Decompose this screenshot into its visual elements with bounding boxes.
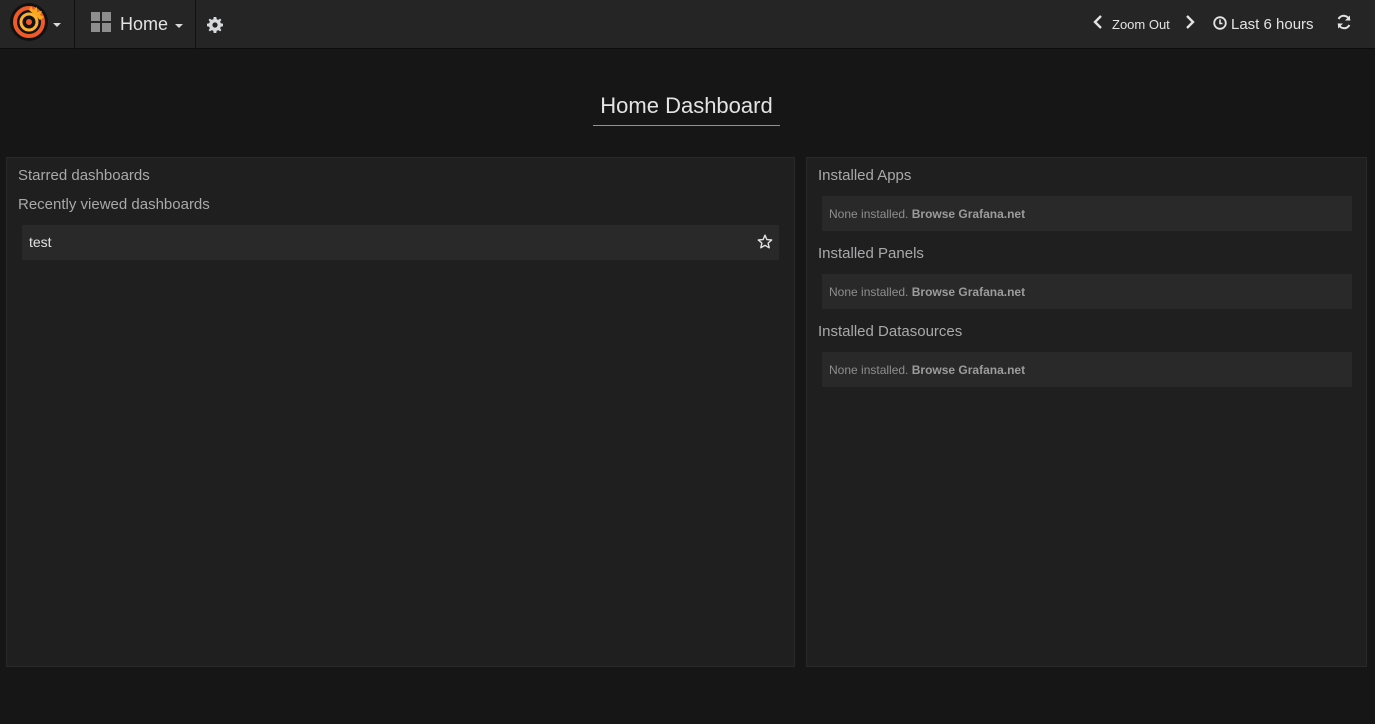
top-navbar: Home Zoom Out Last 6 hours (0, 0, 1375, 49)
time-shift-back-button[interactable] (1088, 0, 1108, 49)
time-shift-forward-button[interactable] (1180, 0, 1200, 49)
zoom-out-button[interactable]: Zoom Out (1112, 0, 1170, 49)
grafana-menu-button[interactable] (0, 0, 75, 49)
dashboard-grid-icon (91, 11, 112, 38)
none-installed-label: None installed. (829, 285, 909, 299)
list-item: None installed. Browse Grafana.net (822, 274, 1352, 309)
time-range-label: Last 6 hours (1231, 16, 1314, 33)
list-item: None installed. Browse Grafana.net (822, 352, 1352, 387)
page-title-container: Home Dashboard (593, 90, 780, 126)
installed-panels-heading: Installed Panels (818, 245, 924, 262)
empty-state-text: None installed. Browse Grafana.net (829, 363, 1025, 377)
none-installed-label: None installed. (829, 207, 909, 221)
clock-icon (1213, 15, 1231, 34)
dashboard-link[interactable]: test (29, 234, 52, 250)
plugin-list-panel: Installed Apps None installed. Browse Gr… (806, 157, 1367, 667)
page-title: Home Dashboard (600, 93, 773, 118)
list-item[interactable]: test (22, 225, 779, 260)
empty-state-text: None installed. Browse Grafana.net (829, 207, 1025, 221)
recent-dashboards-heading: Recently viewed dashboards (18, 196, 210, 213)
installed-datasources-heading: Installed Datasources (818, 323, 963, 340)
chevron-right-icon (1185, 15, 1195, 34)
dashboard-list-panel: Starred dashboards Recently viewed dashb… (6, 157, 795, 667)
refresh-button[interactable] (1333, 0, 1355, 49)
starred-dashboards-heading: Starred dashboards (18, 167, 150, 184)
time-range-picker[interactable]: Last 6 hours (1213, 0, 1314, 49)
browse-grafana-link[interactable]: Browse Grafana.net (912, 285, 1025, 299)
installed-apps-heading: Installed Apps (818, 167, 912, 184)
none-installed-label: None installed. (829, 363, 909, 377)
chevron-left-icon (1093, 15, 1103, 34)
browse-grafana-link[interactable]: Browse Grafana.net (912, 363, 1025, 377)
dashboard-picker-button[interactable]: Home (75, 0, 196, 49)
dashboard-title-label: Home (120, 14, 169, 34)
list-item: None installed. Browse Grafana.net (822, 196, 1352, 231)
browse-grafana-link[interactable]: Browse Grafana.net (912, 207, 1025, 221)
chevron-down-icon (175, 24, 184, 28)
empty-state-text: None installed. Browse Grafana.net (829, 285, 1025, 299)
star-outline-icon[interactable] (757, 234, 773, 250)
chevron-down-icon (53, 22, 61, 27)
refresh-icon (1336, 14, 1352, 35)
gear-icon[interactable] (204, 14, 226, 36)
grafana-logo-icon (9, 2, 49, 47)
